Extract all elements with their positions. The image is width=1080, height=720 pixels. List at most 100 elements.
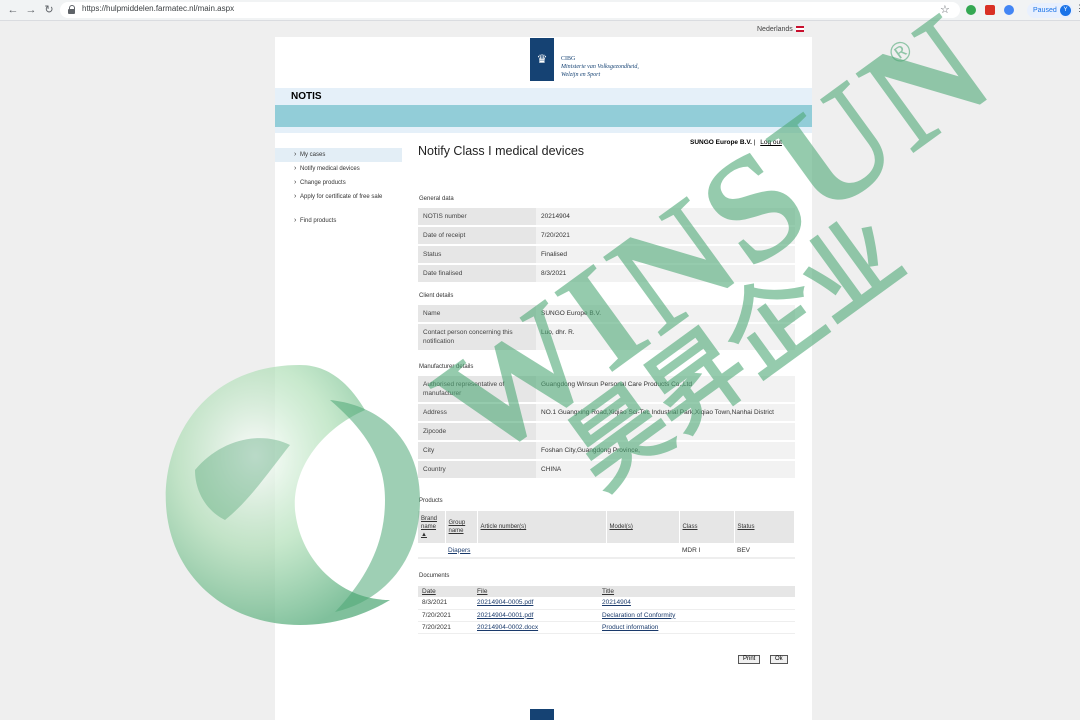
cell-model (606, 543, 679, 559)
forward-icon[interactable]: → (24, 3, 38, 17)
government-logo: ♛ (530, 38, 554, 81)
field-value: NO.1 Guangxing Road,Xiqiao Sci-Tec Indus… (536, 404, 795, 421)
extension-icon[interactable] (966, 5, 976, 15)
title-link[interactable]: Product information (598, 621, 795, 634)
column-header-class[interactable]: Class (679, 511, 735, 543)
manufacturer-heading: Manufacturer details (419, 364, 474, 370)
field-label: Status (418, 246, 536, 263)
column-header-title[interactable]: Title (598, 586, 795, 597)
language-switch[interactable]: Nederlands (757, 26, 804, 33)
field-label: Zipcode (418, 423, 536, 440)
file-link[interactable]: 20214904-0005.pdf (473, 597, 598, 610)
cell-article (477, 543, 606, 559)
table-row: Contact person concerning this notificat… (418, 324, 795, 350)
cell-status: BEV (734, 543, 795, 559)
table-header-row: Brand name ▲ Group name Article number(s… (418, 511, 795, 543)
field-value: 20214904 (536, 208, 795, 225)
menu-icon[interactable]: ⋮ (1075, 3, 1080, 14)
field-value: 8/3/2021 (536, 265, 795, 282)
logout-link[interactable]: Log out (760, 139, 782, 146)
field-value: Foshan City,Guangdong Province, (536, 442, 795, 459)
table-row: NOTIS number 20214904 (418, 208, 795, 225)
field-value: Luo, dhr. R. (536, 324, 795, 350)
file-link[interactable]: 20214904-0002.docx (473, 621, 598, 634)
star-icon[interactable]: ☆ (940, 4, 950, 16)
general-heading: General data (419, 196, 454, 202)
page-container: ♛ CIBG Ministerie van Volksgezondheid, W… (275, 37, 812, 720)
column-header-brand[interactable]: Brand name ▲ (418, 511, 446, 543)
header-band (275, 105, 812, 127)
table-row: Country CHINA (418, 461, 795, 478)
manufacturer-table: Authorised representative of manufacture… (418, 374, 795, 480)
logo-line: Welzijn en Sport (561, 72, 601, 78)
profile-status: Paused (1033, 7, 1057, 14)
title-link[interactable]: Declaration of Conformity (598, 609, 795, 622)
table-row: City Foshan City,Guangdong Province, (418, 442, 795, 459)
company-name: SUNGO Europe B.V. (690, 139, 752, 146)
uk-flag-icon[interactable] (795, 26, 804, 33)
documents-heading: Documents (419, 573, 450, 579)
column-header-group[interactable]: Group name (445, 511, 478, 543)
sidebar: My cases Notify medical devices Change p… (275, 148, 402, 228)
back-icon[interactable]: ← (6, 3, 20, 17)
sidebar-item-find-products[interactable]: Find products (275, 214, 402, 228)
title-link[interactable]: 20214904 (598, 597, 795, 610)
cell-group-link[interactable]: Diapers (445, 543, 477, 559)
extension-icon[interactable] (1004, 5, 1014, 15)
table-row: Diapers MDR I BEV (418, 543, 795, 559)
sidebar-item-certificate[interactable]: Apply for certificate of free sale (275, 190, 402, 204)
table-row: 8/3/2021 20214904-0005.pdf 20214904 (418, 597, 795, 610)
reload-icon[interactable]: ↻ (42, 3, 56, 17)
field-label: City (418, 442, 536, 459)
app-header: NOTIS (275, 88, 812, 105)
field-label: Name (418, 305, 536, 322)
avatar: Y (1060, 5, 1071, 16)
sidebar-item-notify[interactable]: Notify medical devices (275, 162, 402, 176)
table-row: Zipcode (418, 423, 795, 440)
cell-date: 7/20/2021 (418, 609, 473, 622)
url-text[interactable]: https://hulpmiddelen.farmatec.nl/main.as… (82, 4, 234, 13)
sidebar-item-change-products[interactable]: Change products (275, 176, 402, 190)
crest-icon: ♛ (536, 52, 548, 66)
language-label[interactable]: Nederlands (757, 26, 793, 33)
cell-class: MDR I (679, 543, 734, 559)
field-label: Contact person concerning this notificat… (418, 324, 536, 350)
table-row: Address NO.1 Guangxing Road,Xiqiao Sci-Te… (418, 404, 795, 421)
header-divider (275, 127, 812, 133)
browser-toolbar: ← → ↻ https://hulpmiddelen.farmatec.nl/m… (0, 0, 1080, 21)
logo-line: Ministerie van Volksgezondheid, (561, 64, 639, 70)
app-title: NOTIS (291, 91, 322, 102)
field-value: 7/20/2021 (536, 227, 795, 244)
field-label: Country (418, 461, 536, 478)
field-value: Finalised (536, 246, 795, 263)
page-title: Notify Class I medical devices (418, 144, 585, 158)
column-header-status[interactable]: Status (734, 511, 795, 543)
user-info: SUNGO Europe B.V. | Log out (690, 139, 782, 146)
column-header-article[interactable]: Article number(s) (477, 511, 607, 543)
print-button[interactable]: Print (738, 655, 761, 664)
footer-logo (530, 709, 554, 720)
cell-date: 8/3/2021 (418, 597, 473, 610)
table-row: Status Finalised (418, 246, 795, 263)
table-row: Name SUNGO Europe B.V. (418, 305, 795, 322)
pdf-extension-icon[interactable] (985, 5, 995, 15)
column-header-date[interactable]: Date (418, 586, 473, 597)
table-header-row: Date File Title (418, 586, 795, 597)
client-heading: Client details (419, 293, 454, 299)
sidebar-item-my-cases[interactable]: My cases (275, 148, 402, 162)
field-value: SUNGO Europe B.V. (536, 305, 795, 322)
field-value: Guangdong Winsun Personal Care Products … (536, 376, 795, 402)
field-label: Date finalised (418, 265, 536, 282)
address-bar[interactable]: https://hulpmiddelen.farmatec.nl/main.as… (60, 2, 960, 18)
table-row: 7/20/2021 20214904-0002.docx Product inf… (418, 621, 795, 634)
column-header-file[interactable]: File (473, 586, 598, 597)
logo-line: CIBG (561, 56, 576, 62)
column-header-model[interactable]: Model(s) (606, 511, 680, 543)
separator: | (753, 139, 756, 146)
ok-button[interactable]: Ok (770, 655, 788, 664)
field-label: NOTIS number (418, 208, 536, 225)
general-table: NOTIS number 20214904 Date of receipt 7/20… (418, 206, 795, 284)
profile-button[interactable]: Paused Y (1027, 3, 1073, 18)
table-row: Date finalised 8/3/2021 (418, 265, 795, 282)
file-link[interactable]: 20214904-0001.pdf (473, 609, 598, 622)
